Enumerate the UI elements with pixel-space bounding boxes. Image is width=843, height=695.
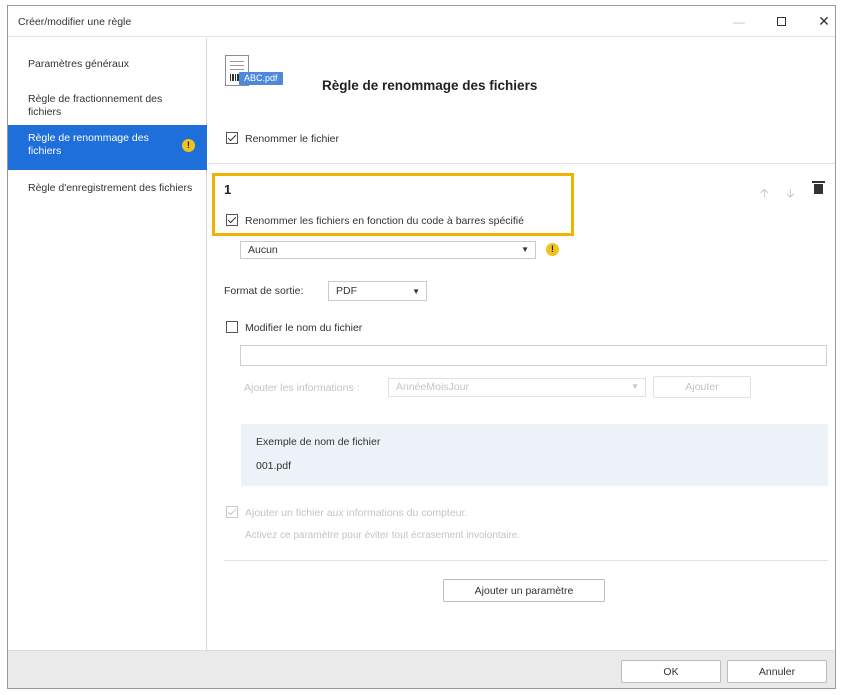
barcode-select[interactable]: Aucun ▼ xyxy=(240,241,536,259)
counter-label: Ajouter un fichier aux informations du c… xyxy=(245,507,468,519)
section-divider xyxy=(208,163,835,164)
maximize-icon xyxy=(776,17,786,26)
move-down-icon[interactable]: 🡣 xyxy=(786,184,795,205)
main-panel: ABC.pdf Règle de renommage des fichiers … xyxy=(208,38,835,650)
output-format-select[interactable]: PDF ▼ xyxy=(328,281,427,301)
window-title: Créer/modifier une règle xyxy=(18,16,132,28)
ok-button[interactable]: OK xyxy=(621,660,721,683)
minimize-button[interactable]: — xyxy=(718,6,760,37)
rule-divider xyxy=(224,560,828,561)
sidebar-item-label: Paramètres généraux xyxy=(28,58,129,70)
sidebar-item-general-settings[interactable]: Paramètres généraux xyxy=(8,58,207,71)
sidebar: Paramètres généraux Règle de fractionnem… xyxy=(8,38,207,650)
add-info-select-value: AnnéeMoisJour xyxy=(396,381,469,393)
cancel-button[interactable]: Annuler xyxy=(727,660,827,683)
sidebar-item-label: Règle de fractionnement des fichiers xyxy=(28,93,163,118)
rename-file-label: Renommer le fichier xyxy=(245,133,339,145)
modify-name-checkbox[interactable] xyxy=(226,321,238,333)
chevron-down-icon: ▼ xyxy=(631,382,639,391)
example-panel: Exemple de nom de fichier 001.pdf xyxy=(241,424,828,486)
delete-icon[interactable] xyxy=(812,181,825,194)
counter-checkbox[interactable] xyxy=(226,506,238,518)
file-name-input[interactable] xyxy=(240,345,827,366)
warning-icon: ! xyxy=(182,139,195,152)
sidebar-item-rename-rule[interactable]: Règle de renommage des fichiers ! xyxy=(8,125,207,170)
rule-number: 1 xyxy=(224,182,232,197)
add-info-select[interactable]: AnnéeMoisJour ▼ xyxy=(388,378,646,397)
dialog-window: Créer/modifier une règle — ✕ Paramètres … xyxy=(7,5,836,689)
page-title: Règle de renommage des fichiers xyxy=(322,78,538,93)
output-format-label: Format de sortie: xyxy=(224,285,304,297)
barcode-rename-label: Renommer les fichiers en fonction du cod… xyxy=(245,215,524,227)
file-badge: ABC.pdf xyxy=(239,72,283,85)
close-icon: ✕ xyxy=(818,13,830,29)
move-up-icon[interactable]: 🡡 xyxy=(760,184,769,205)
counter-hint: Activez ce paramètre pour éviter tout éc… xyxy=(245,530,521,541)
add-info-button[interactable]: Ajouter xyxy=(653,376,751,398)
sidebar-item-save-rule[interactable]: Règle d'enregistrement des fichiers xyxy=(8,182,207,195)
chevron-down-icon: ▼ xyxy=(412,287,420,296)
add-parameter-button[interactable]: Ajouter un paramètre xyxy=(443,579,605,602)
rename-file-checkbox[interactable] xyxy=(226,132,238,144)
sidebar-item-label: Règle d'enregistrement des fichiers xyxy=(28,182,193,194)
warning-icon: ! xyxy=(546,243,559,256)
output-format-value: PDF xyxy=(336,285,357,297)
title-bar: Créer/modifier une règle — ✕ xyxy=(8,6,835,37)
chevron-down-icon: ▼ xyxy=(521,245,529,254)
sidebar-item-split-rule[interactable]: Règle de fractionnement des fichiers xyxy=(8,93,207,119)
modify-name-label: Modifier le nom du fichier xyxy=(245,322,363,334)
add-info-label: Ajouter les informations : xyxy=(244,382,360,394)
barcode-rename-checkbox[interactable] xyxy=(226,214,238,226)
dialog-footer: OK Annuler xyxy=(8,650,835,688)
sidebar-item-label: Règle de renommage des fichiers xyxy=(28,132,149,157)
close-button[interactable]: ✕ xyxy=(803,6,835,37)
minimize-icon: — xyxy=(733,14,745,29)
maximize-button[interactable] xyxy=(760,6,802,37)
example-value: 001.pdf xyxy=(256,460,292,472)
example-label: Exemple de nom de fichier xyxy=(256,436,381,448)
barcode-select-value: Aucun xyxy=(248,244,278,256)
